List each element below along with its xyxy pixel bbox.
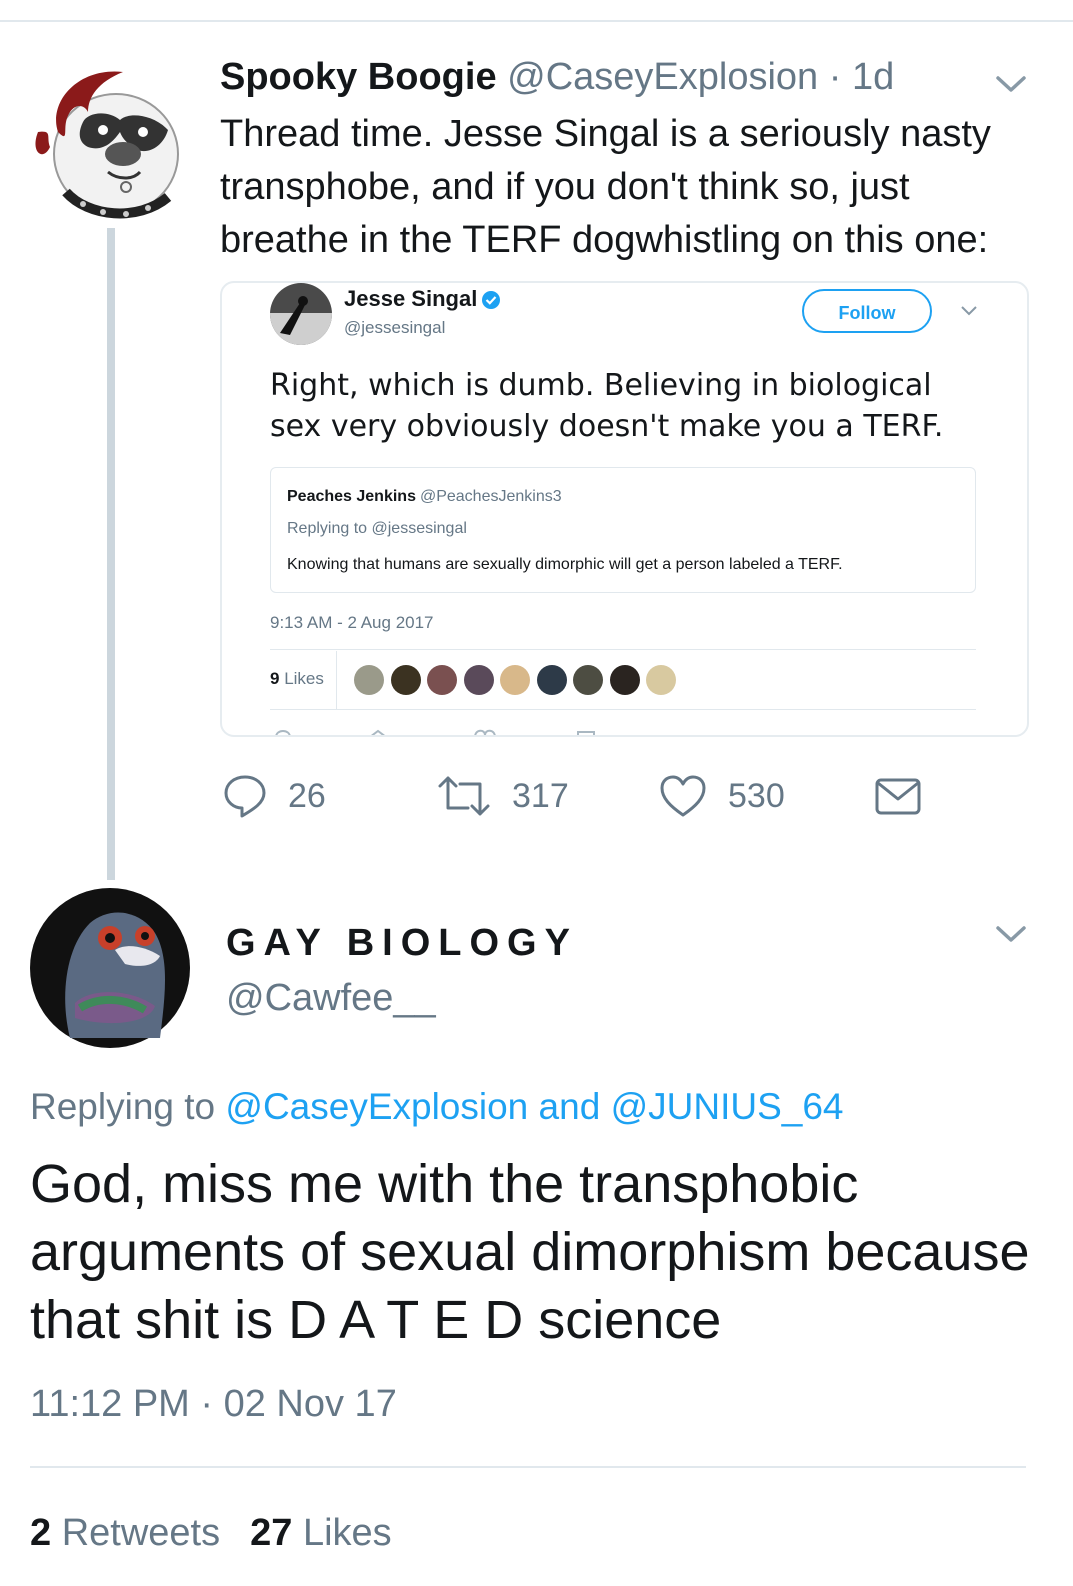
retweet-button[interactable]: 317 <box>436 768 569 824</box>
replying-prefix: Replying to <box>30 1086 216 1127</box>
divider <box>270 709 976 710</box>
likes-label: Likes <box>302 1512 392 1554</box>
thread-connector-line <box>107 228 115 880</box>
embedded-display-name[interactable]: Jesse Singal <box>344 286 501 312</box>
message-button[interactable] <box>874 768 922 824</box>
tweet1-time[interactable]: 1d <box>852 56 894 98</box>
liker-avatar[interactable] <box>537 665 567 695</box>
replying-user-link[interactable]: @CaseyExplosion <box>225 1086 528 1127</box>
quoted-replying-to: Replying to @jessesingal <box>287 520 467 537</box>
top-divider <box>0 20 1073 22</box>
replying-user-link[interactable]: @JUNIUS_64 <box>611 1086 844 1127</box>
chevron-down-icon[interactable] <box>995 74 1027 94</box>
likes-count: 27 <box>250 1512 293 1554</box>
embedded-tweet-card[interactable]: Jesse Singal @jessesingal Follow Right, … <box>220 281 1029 737</box>
liker-avatar[interactable] <box>573 665 603 695</box>
embedded-tweet-text: Right, which is dumb. Believing in biolo… <box>270 368 944 444</box>
divider <box>30 1466 1026 1468</box>
embedded-name-text: Jesse Singal <box>344 286 478 311</box>
liker-avatar[interactable] <box>464 665 494 695</box>
avatar-gay-biology[interactable] <box>30 888 190 1048</box>
like-count: 530 <box>728 776 785 815</box>
chevron-down-icon[interactable] <box>960 305 978 317</box>
retweet-icon <box>438 776 490 816</box>
liker-avatar[interactable] <box>427 665 457 695</box>
embedded-timestamp: 9:13 AM - 2 Aug 2017 <box>270 613 434 632</box>
retweets-label: Retweets <box>61 1512 221 1554</box>
tweet1-separator: · <box>828 56 842 98</box>
quoted-handle: @PeachesJenkins3 <box>419 488 562 505</box>
replying-to-line: Replying to @CaseyExplosion and @JUNIUS_… <box>30 1086 843 1128</box>
liker-avatar[interactable] <box>391 665 421 695</box>
retweets-count: 2 <box>30 1512 52 1554</box>
tweet2-timestamp: 11:12 PM · 02 Nov 17 <box>30 1383 397 1425</box>
verified-icon <box>482 291 501 310</box>
tweet1-action-bar: 26 317 530 <box>222 768 942 824</box>
like-button[interactable]: 530 <box>658 768 785 824</box>
likes-stat[interactable]: 27 Likes <box>250 1512 392 1554</box>
embedded-likes-count: 9 <box>270 669 280 688</box>
liker-avatar[interactable] <box>354 665 384 695</box>
replying-and[interactable]: and <box>539 1086 601 1127</box>
embedded-likes: 9 Likes <box>270 669 324 689</box>
quoted-tweet[interactable]: Peaches Jenkins @PeachesJenkins3 Replying… <box>270 467 976 593</box>
tweet1-display-name[interactable]: Spooky Boogie <box>220 56 497 98</box>
tweet2-handle[interactable]: @Cawfee__ <box>226 977 436 1020</box>
chevron-down-icon[interactable] <box>995 924 1027 944</box>
quoted-display-name: Peaches Jenkins <box>287 488 416 505</box>
tweet2-display-name[interactable]: GAY BIOLOGY <box>226 922 578 965</box>
retweets-stat[interactable]: 2 Retweets <box>30 1512 220 1554</box>
quoted-text: Knowing that humans are sexually dimorph… <box>287 556 843 573</box>
reply-count: 26 <box>288 776 326 815</box>
divider <box>270 649 976 650</box>
embedded-action-icons <box>275 729 595 735</box>
retweet-count: 317 <box>512 776 569 815</box>
follow-button[interactable]: Follow <box>802 289 932 333</box>
embedded-handle[interactable]: @jessesingal <box>344 318 445 338</box>
reply-button[interactable]: 26 <box>222 768 326 824</box>
tweet1-header: Spooky Boogie @CaseyExplosion · 1d <box>220 56 894 99</box>
liker-avatar[interactable] <box>500 665 530 695</box>
tweet2-stats: 2 Retweets 27 Likes <box>30 1512 392 1555</box>
avatar-spooky-boogie[interactable] <box>28 62 186 222</box>
quoted-author: Peaches Jenkins @PeachesJenkins3 <box>287 488 562 506</box>
reply-icon <box>224 775 266 818</box>
liker-avatar[interactable] <box>610 665 640 695</box>
liker-avatar[interactable] <box>646 665 676 695</box>
like-icon <box>660 775 706 817</box>
message-icon <box>875 778 921 815</box>
tweet1-handle[interactable]: @CaseyExplosion <box>507 56 818 98</box>
divider <box>336 651 337 709</box>
embedded-likes-label: Likes <box>284 669 324 688</box>
tweet1-text: Thread time. Jesse Singal is a seriously… <box>220 113 991 261</box>
avatar-jesse-singal[interactable] <box>270 283 332 345</box>
tweet2-text: God, miss me with the transphobic argume… <box>30 1154 1030 1350</box>
